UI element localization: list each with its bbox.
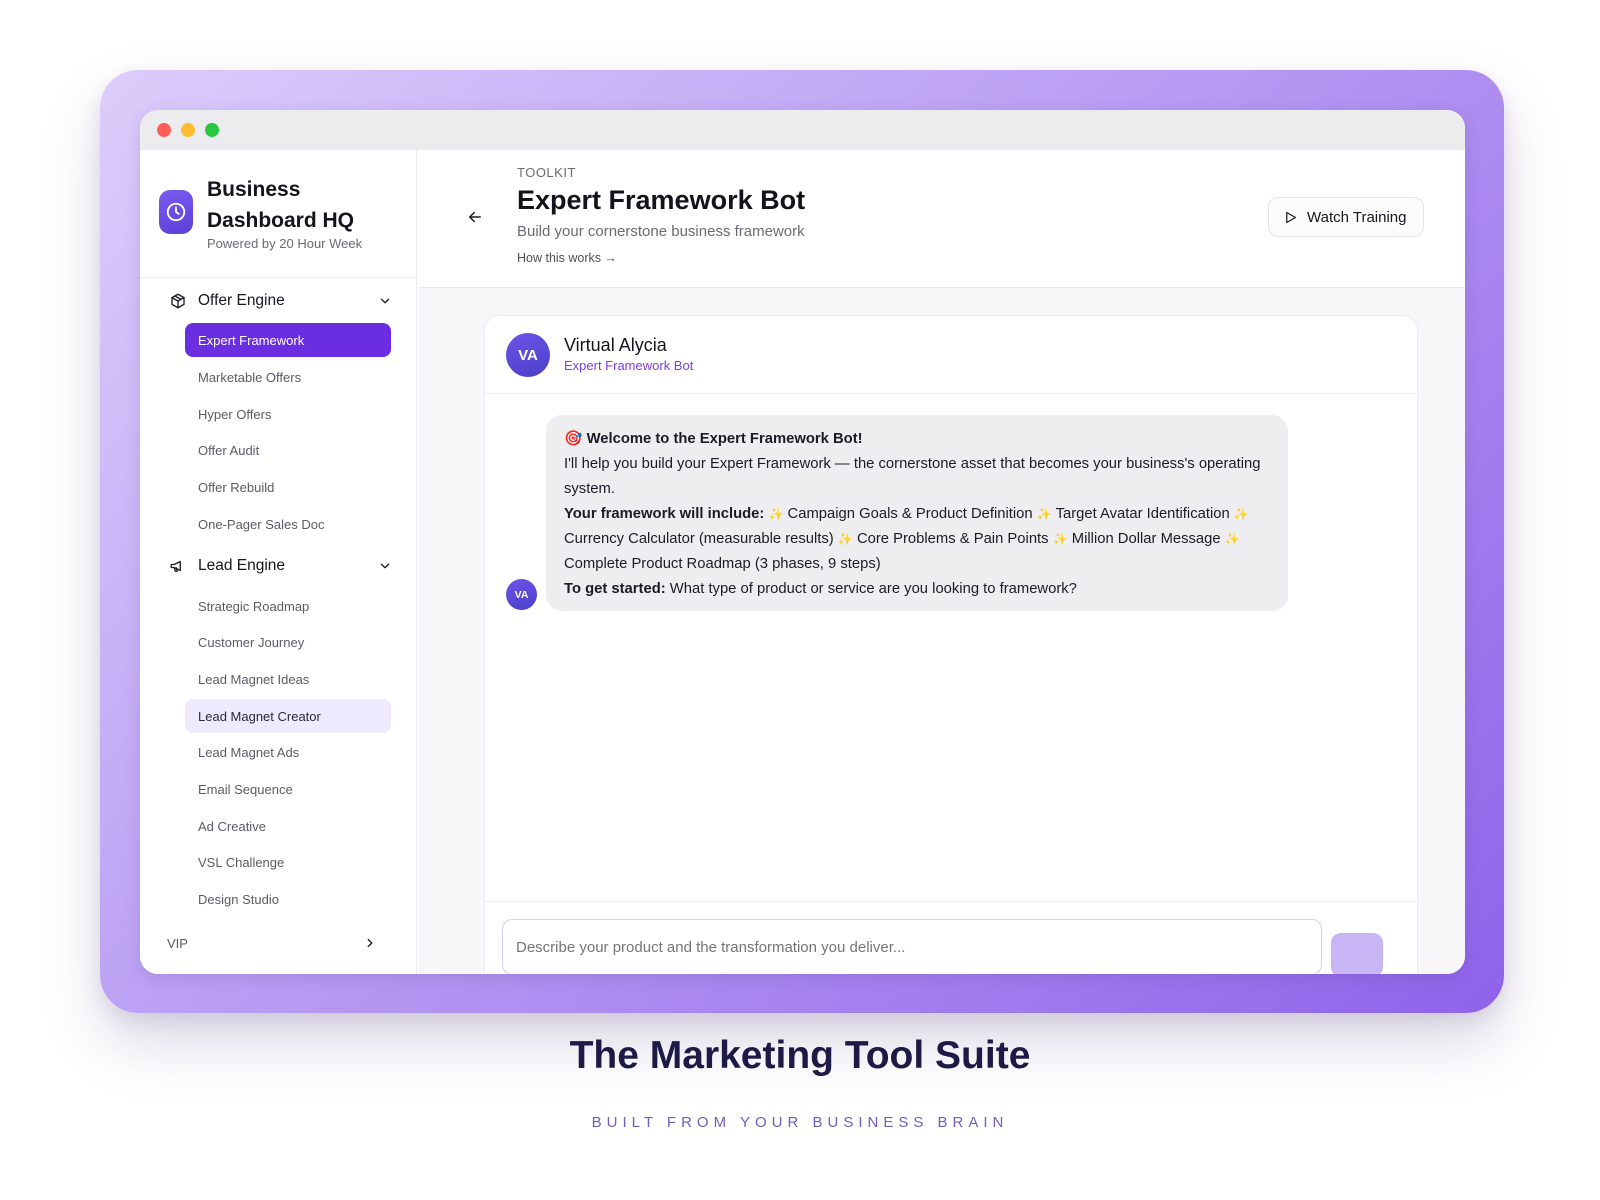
brand-block: Business Dashboard HQ Powered by 20 Hour…	[140, 150, 417, 278]
maximize-window-button[interactable]	[205, 123, 219, 137]
bot-name: Virtual Alycia	[564, 335, 667, 355]
include-item: Campaign Goals & Product Definition	[787, 506, 1033, 522]
page-subtitle: Build your cornerstone business framewor…	[517, 223, 805, 240]
app-window: Business Dashboard HQ Powered by 20 Hour…	[140, 110, 1465, 974]
include-item: Core Problems & Pain Points	[856, 531, 1049, 547]
message-start: To get started: What type of product or …	[564, 577, 1270, 602]
page-title: Expert Framework Bot	[517, 185, 806, 215]
play-icon	[1283, 209, 1299, 225]
sidebar-item-offer-rebuild[interactable]: Offer Rebuild	[185, 470, 391, 504]
page-eyebrow: TOOLKIT	[517, 165, 576, 180]
sidebar-item-ad-creative[interactable]: Ad Creative	[185, 809, 391, 843]
sidebar-item-lead-magnet-ideas[interactable]: Lead Magnet Ideas	[185, 662, 391, 696]
chevron-down-icon	[380, 563, 390, 569]
sidebar-item-design-studio[interactable]: Design Studio	[185, 882, 391, 916]
sidebar-item-lead-magnet-creator[interactable]: Lead Magnet Creator	[185, 699, 391, 733]
sidebar-item-marketable-offers[interactable]: Marketable Offers	[185, 360, 391, 394]
watch-training-button[interactable]: Watch Training	[1268, 197, 1424, 237]
sidebar-item-strategic-roadmap[interactable]: Strategic Roadmap	[185, 589, 391, 623]
sparkle-icon: ✨	[1052, 532, 1068, 546]
megaphone-icon	[167, 555, 189, 577]
sidebar-item-email-sequence[interactable]: Email Sequence	[185, 772, 391, 806]
include-item: Complete Product Roadmap (3 phases, 9 st…	[564, 556, 881, 572]
chat-header: VA Virtual Alycia Expert Framework Bot	[485, 316, 1417, 394]
message-heading: Welcome to the Expert Framework Bot!	[586, 431, 863, 447]
sidebar-item-expert-framework[interactable]: Expert Framework	[185, 323, 391, 357]
chat-panel: VA Virtual Alycia Expert Framework Bot 🎯…	[484, 315, 1418, 974]
vip-label: VIP	[167, 935, 188, 951]
main-content: TOOLKIT Expert Framework Bot Build your …	[418, 150, 1465, 974]
brand-title: Business Dashboard HQ	[207, 178, 355, 232]
include-label: Your framework will include:	[564, 506, 765, 522]
send-button[interactable]	[1331, 933, 1383, 974]
brand-subtitle: Powered by 20 Hour Week	[207, 236, 363, 251]
include-item: Target Avatar Identification	[1055, 506, 1230, 522]
sidebar-item-vsl-challenge[interactable]: VSL Challenge	[185, 845, 391, 879]
message-include-list: Your framework will include: ✨ Campaign …	[564, 502, 1270, 577]
sparkle-icon: ✨	[768, 507, 784, 521]
avatar: VA	[506, 333, 550, 377]
sidebar-item-offer-audit[interactable]: Offer Audit	[185, 433, 391, 467]
sparkle-icon: ✨	[837, 532, 853, 546]
sidebar-item-customer-journey[interactable]: Customer Journey	[185, 625, 391, 659]
section-offer-engine[interactable]: Offer Engine	[167, 286, 392, 316]
include-item: Million Dollar Message	[1071, 531, 1221, 547]
target-emoji-icon: 🎯	[564, 431, 583, 447]
sidebar-item-one-pager-sales-doc[interactable]: One-Pager Sales Doc	[185, 507, 391, 541]
chat-input[interactable]	[502, 919, 1322, 974]
watch-training-label: Watch Training	[1307, 208, 1407, 226]
start-question: What type of product or service are you …	[669, 581, 1077, 597]
include-item: Currency Calculator (measurable results)	[564, 531, 834, 547]
back-button[interactable]	[462, 204, 488, 230]
window-titlebar	[140, 110, 1465, 150]
sidebar-item-hyper-offers[interactable]: Hyper Offers	[185, 397, 391, 431]
caption-title: The Marketing Tool Suite	[569, 1034, 1031, 1077]
chevron-down-icon	[380, 298, 390, 304]
sparkle-icon: ✨	[1224, 532, 1240, 546]
minimize-window-button[interactable]	[181, 123, 195, 137]
how-this-works-link[interactable]: How this works →	[517, 251, 617, 265]
arrow-left-icon	[469, 211, 481, 223]
sidebar: Business Dashboard HQ Powered by 20 Hour…	[140, 150, 417, 974]
bot-role: Expert Framework Bot	[564, 358, 694, 373]
chevron-right-icon	[367, 938, 373, 948]
start-label: To get started:	[564, 581, 666, 597]
sparkle-icon: ✨	[1036, 507, 1052, 521]
section-lead-engine[interactable]: Lead Engine	[167, 551, 392, 581]
page-header: TOOLKIT Expert Framework Bot Build your …	[418, 150, 1465, 288]
section-label: Lead Engine	[198, 557, 286, 574]
box-icon	[167, 290, 189, 312]
section-label: Offer Engine	[198, 292, 285, 309]
caption-subtitle: BUILT FROM YOUR BUSINESS BRAIN	[591, 1114, 1009, 1131]
clock-icon	[159, 190, 193, 234]
sidebar-item-lead-magnet-ads[interactable]: Lead Magnet Ads	[185, 735, 391, 769]
bot-message-bubble: 🎯 Welcome to the Expert Framework Bot! I…	[546, 415, 1288, 611]
sidebar-item-vip[interactable]: VIP	[167, 932, 377, 954]
message-avatar: VA	[506, 579, 537, 610]
chat-composer	[485, 901, 1417, 974]
message-intro: I'll help you build your Expert Framewor…	[564, 456, 1261, 497]
close-window-button[interactable]	[157, 123, 171, 137]
sparkle-icon: ✨	[1233, 507, 1249, 521]
